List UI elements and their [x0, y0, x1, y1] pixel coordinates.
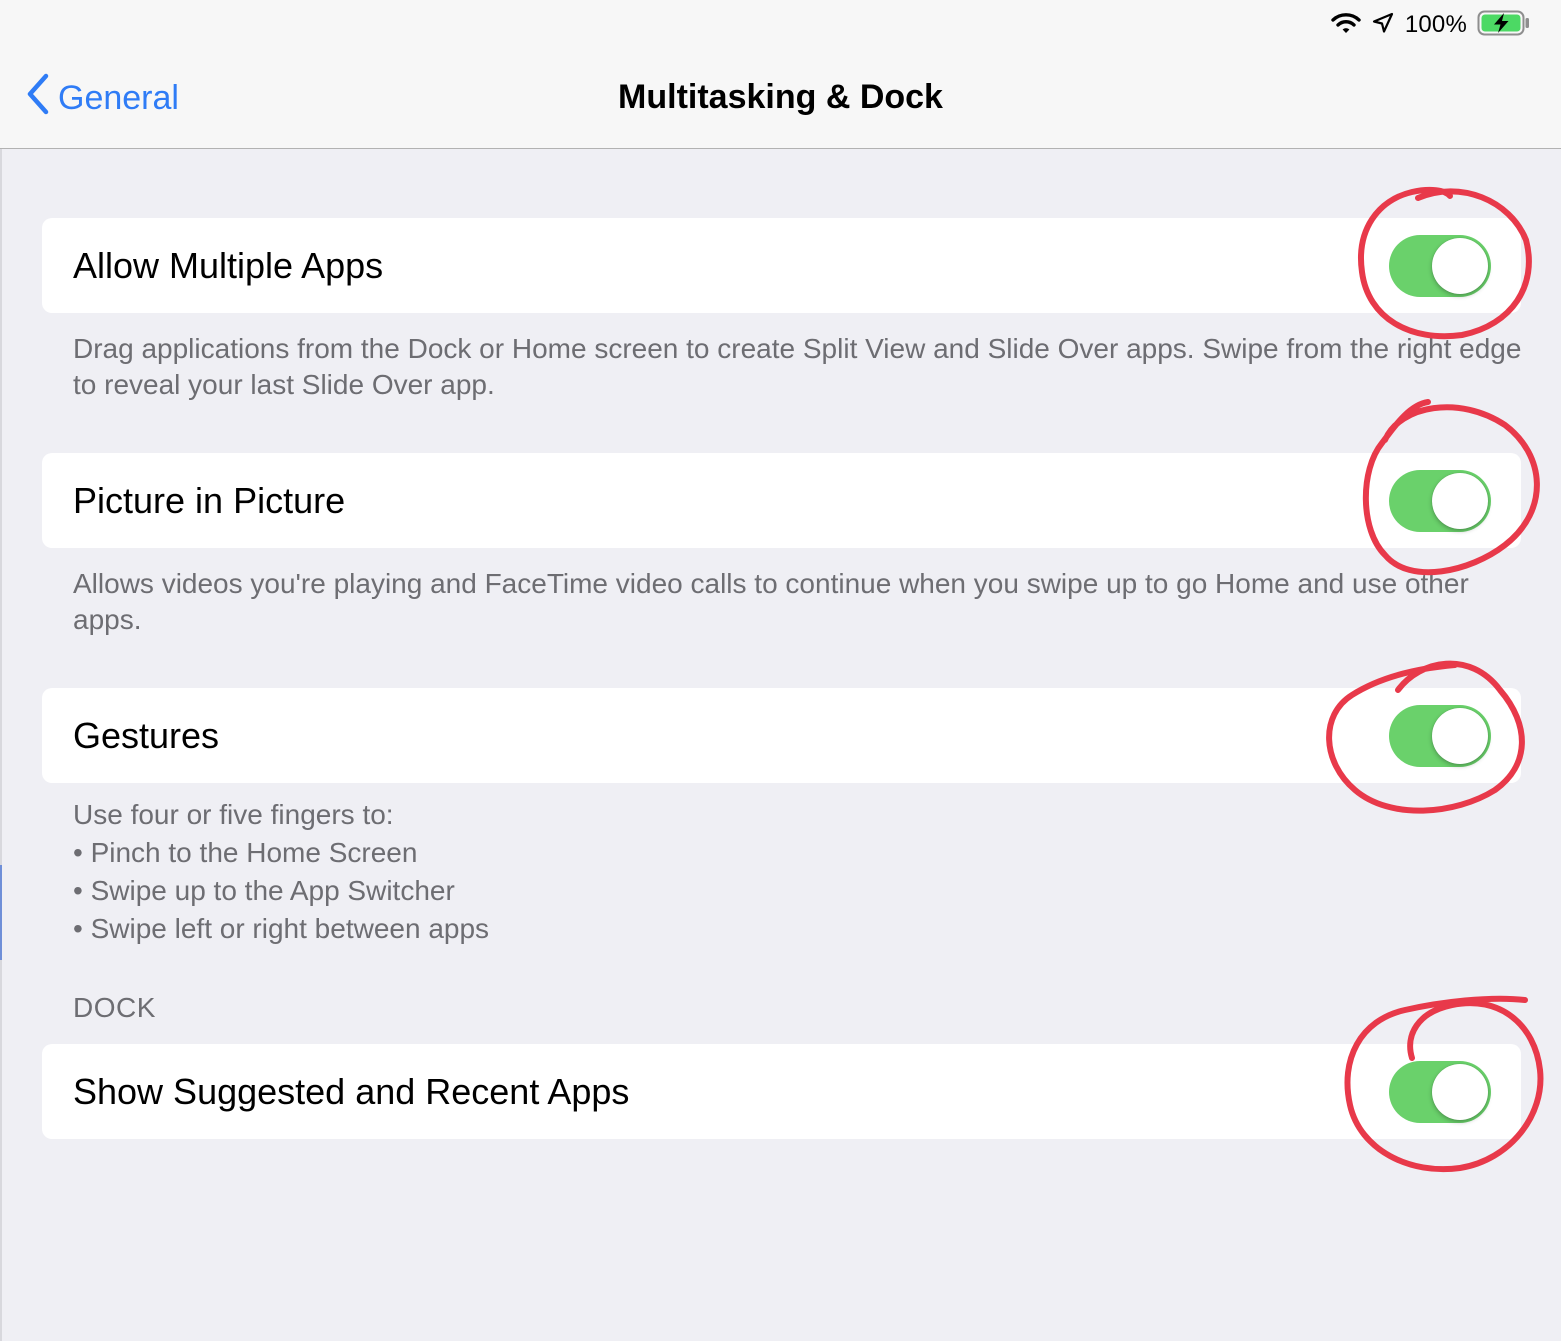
show-suggested-and-recent-apps-toggle[interactable] — [1389, 1061, 1491, 1123]
allow-multiple-apps-footer: Drag applications from the Dock or Home … — [73, 333, 1522, 400]
battery-charging-icon — [1477, 10, 1531, 41]
setting-label-show-suggested-and-recent-apps: Show Suggested and Recent Apps — [73, 1071, 630, 1112]
status-bar: 100% — [0, 0, 1561, 48]
picture-in-picture-toggle[interactable] — [1389, 470, 1491, 532]
gestures-footer-line: Use four or five fingers to: — [73, 799, 394, 830]
toggle-knob — [1432, 708, 1488, 764]
dock-section-header: DOCK — [73, 992, 156, 1023]
picture-in-picture-footer: Allows videos you're playing and FaceTim… — [73, 568, 1469, 635]
gestures-footer-line: • Pinch to the Home Screen — [73, 837, 418, 868]
window-left-edge-accent — [0, 865, 2, 960]
allow-multiple-apps-toggle[interactable] — [1389, 235, 1491, 297]
status-indicators: 100% — [1331, 8, 1531, 42]
toggle-knob — [1432, 1064, 1488, 1120]
setting-label-picture-in-picture: Picture in Picture — [73, 480, 346, 521]
gestures-footer: Use four or five fingers to: • Pinch to … — [73, 796, 1473, 948]
gestures-toggle[interactable] — [1389, 705, 1491, 767]
red-annotation-circles — [1326, 186, 1544, 1173]
setting-row-show-suggested-and-recent-apps: Show Suggested and Recent Apps — [42, 1044, 1521, 1139]
toggle-knob — [1432, 238, 1488, 294]
battery-percent: 100% — [1404, 11, 1467, 38]
setting-row-gestures: Gestures — [42, 688, 1521, 783]
setting-row-allow-multiple-apps: Allow Multiple Apps — [42, 218, 1521, 313]
page-title: Multitasking & Dock — [618, 78, 943, 116]
gestures-footer-line: • Swipe up to the App Switcher — [73, 875, 455, 906]
navigation-bar: General Multitasking & Dock — [0, 48, 1561, 149]
setting-label-allow-multiple-apps: Allow Multiple Apps — [73, 245, 384, 286]
location-arrow-icon — [1371, 11, 1395, 40]
setting-row-picture-in-picture: Picture in Picture — [42, 453, 1521, 548]
toggle-knob — [1432, 473, 1488, 529]
gestures-footer-line: • Swipe left or right between apps — [73, 913, 490, 944]
setting-label-gestures: Gestures — [73, 715, 220, 756]
window-left-edge — [0, 0, 2, 1341]
wifi-icon — [1331, 11, 1361, 40]
